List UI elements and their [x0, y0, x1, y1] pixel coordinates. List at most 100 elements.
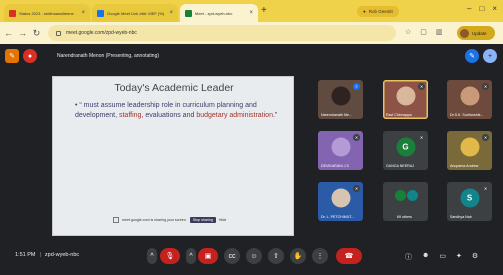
slide-text: .” — [272, 111, 278, 119]
slide-text: evaluations and — [143, 111, 197, 119]
host-controls-icon[interactable]: ⚙ — [472, 252, 478, 262]
extensions-icon[interactable]: ▥ — [436, 28, 443, 36]
browser-tab-bar: Status 2023 - shidhaansilienne × Google … — [0, 0, 503, 22]
emoji-button[interactable]: ☺ — [246, 248, 262, 264]
presenting-bar: ✎ ● Narendranath Menon (Presenting, anno… — [5, 49, 159, 63]
avatar — [395, 190, 406, 201]
mic-off-icon: ✕ — [482, 134, 489, 141]
tab-search-icon[interactable]: ▢ — [420, 28, 427, 36]
meeting-time: 1:51 PM — [15, 252, 36, 258]
browser-tab-1[interactable]: Status 2023 - shidhaansilienne × — [4, 4, 90, 22]
browser-tab-2[interactable]: Google Meet Link ###: MEF (%) × — [92, 4, 178, 22]
maximize-icon[interactable]: □ — [479, 4, 484, 13]
reload-icon[interactable]: ↻ — [31, 28, 42, 39]
browser-tab-3-active[interactable]: Meet - zpd-wyeb-nbc × — [180, 4, 258, 22]
info-icon[interactable]: ⓘ — [405, 252, 412, 262]
tab-label: Google Meet Link ###: MEF (%) — [107, 10, 165, 16]
tab-favicon-icon — [185, 9, 192, 17]
add-icon[interactable]: + — [483, 49, 497, 63]
participant-photo — [331, 86, 350, 106]
update-label: Update — [472, 30, 487, 36]
participant-tile[interactable]: ✕ Dr. L. PETCHIMUT... — [318, 182, 363, 221]
tab-label: Meet - zpd-wyeb-nbc — [195, 10, 233, 16]
avatar — [407, 190, 418, 201]
captions-button[interactable]: cc — [224, 248, 240, 264]
update-button[interactable]: Update — [457, 26, 495, 40]
participant-initial-avatar: G — [396, 137, 415, 157]
others-count: 69 others — [397, 215, 412, 219]
profile-pill-label: Rob Geenitt — [368, 9, 393, 14]
mic-off-button[interactable]: 🎙 — [160, 248, 180, 264]
participant-initial-avatar: S — [460, 188, 479, 208]
lock-icon — [56, 30, 61, 36]
close-tab-icon[interactable]: × — [169, 10, 173, 16]
bookmark-star-icon[interactable]: ☆ — [405, 28, 411, 36]
participant-tile[interactable]: ✕ DEVIKARANI J S — [318, 131, 363, 170]
slide-highlight-staffing: staffing, — [118, 111, 144, 119]
minimize-icon[interactable]: – — [467, 4, 471, 13]
participant-photo — [396, 86, 415, 106]
participant-photo — [331, 188, 350, 208]
slide-title: Today's Academic Leader — [114, 82, 234, 94]
forward-arrow-icon[interactable]: → — [17, 28, 28, 38]
meet-window: ✎ ● Narendranath Menon (Presenting, anno… — [0, 44, 503, 275]
present-screen-button[interactable]: ⇧ — [268, 248, 284, 264]
speaking-indicator-icon: ≡ — [353, 83, 360, 90]
participant-name: Narendranath Me... — [321, 113, 352, 117]
raise-hand-button[interactable]: ✋ — [290, 248, 306, 264]
new-tab-button[interactable]: + — [261, 6, 267, 16]
camera-off-button[interactable]: ▣ — [198, 248, 218, 264]
close-window-icon[interactable]: × — [492, 4, 497, 13]
mic-off-icon: ✕ — [418, 83, 425, 90]
annotate-icon[interactable]: ✎ — [5, 49, 19, 63]
close-tab-icon[interactable]: × — [81, 10, 85, 16]
chat-icon[interactable]: ▭ — [439, 252, 446, 262]
share-notice-text: meet.google.com is sharing your screen. — [122, 218, 187, 222]
close-tab-icon[interactable]: × — [249, 10, 253, 16]
participant-photo — [331, 137, 350, 157]
activities-icon[interactable]: ✦ — [456, 252, 462, 262]
participant-tile[interactable]: ✕ Dr.S.K. Sudharshik... — [447, 80, 492, 119]
mic-off-icon: ✕ — [482, 83, 489, 90]
tab-label: Status 2023 - shidhaansilienne — [19, 10, 74, 16]
avatar — [460, 28, 469, 38]
slide-bullet: • “ must assume leadership role in curri… — [75, 101, 285, 120]
participant-tile[interactable]: G ✕ GANGA NEERAJ — [383, 131, 428, 170]
leave-call-button[interactable]: ☎ — [336, 248, 362, 264]
record-icon[interactable]: ● — [23, 49, 37, 63]
participant-name: Ravi Chinnappa — [386, 113, 412, 117]
window-controls: – □ × — [467, 4, 497, 13]
profile-pill[interactable]: ● Rob Geenitt — [357, 6, 399, 17]
tab-favicon-icon — [97, 9, 104, 17]
screen-share-notice: meet.google.com is sharing your screen. … — [113, 217, 226, 223]
participant-tile[interactable]: S ✕ Sandhya Nair — [447, 182, 492, 221]
url-text: meet.google.com/zpd-wyeb-nbc — [66, 30, 137, 36]
toolbar-icons: ☆ ▢ ▥ — [405, 28, 443, 36]
more-options-button[interactable]: ⋮ — [312, 248, 328, 264]
back-arrow-icon[interactable]: ← — [3, 28, 14, 38]
participant-tile[interactable]: ✕ Ravi Chinnappa — [383, 80, 428, 119]
meeting-info: 1:51 PM | zpd-wyeb-nbc — [15, 252, 79, 258]
participant-tile[interactable]: ✕ Anupama Andrew — [447, 131, 492, 170]
meet-control-bar: 1:51 PM | zpd-wyeb-nbc ^ 🎙 ^ ▣ cc ☺ ⇧ ✋ … — [0, 240, 503, 275]
profile-icon: ● — [363, 9, 366, 14]
participant-name: Dr.S.K. Sudharshik... — [450, 113, 484, 117]
others-avatars — [395, 190, 418, 201]
people-icon[interactable]: ☻ — [422, 252, 429, 262]
meeting-code: zpd-wyeb-nbc — [44, 252, 80, 258]
participant-tile[interactable]: ≡ Narendranath Me... — [318, 80, 363, 119]
mic-options-chevron-icon[interactable]: ^ — [147, 248, 157, 264]
address-bar[interactable]: meet.google.com/zpd-wyeb-nbc — [48, 25, 396, 41]
hide-button[interactable]: Hide — [219, 218, 226, 222]
participant-photo — [460, 137, 479, 157]
mic-off-icon: ✕ — [353, 185, 360, 192]
drag-handle-icon[interactable] — [113, 217, 119, 223]
tab-favicon-icon — [9, 9, 16, 17]
others-tile[interactable]: 69 others — [383, 182, 428, 221]
pen-icon[interactable]: ✎ — [465, 49, 479, 63]
camera-options-chevron-icon[interactable]: ^ — [186, 248, 196, 264]
top-right-buttons: ✎ + — [465, 49, 497, 63]
presenting-label: Narendranath Menon (Presenting, annotati… — [57, 53, 160, 59]
stop-sharing-button[interactable]: Stop sharing — [189, 217, 216, 223]
mic-off-icon: ✕ — [482, 185, 489, 192]
